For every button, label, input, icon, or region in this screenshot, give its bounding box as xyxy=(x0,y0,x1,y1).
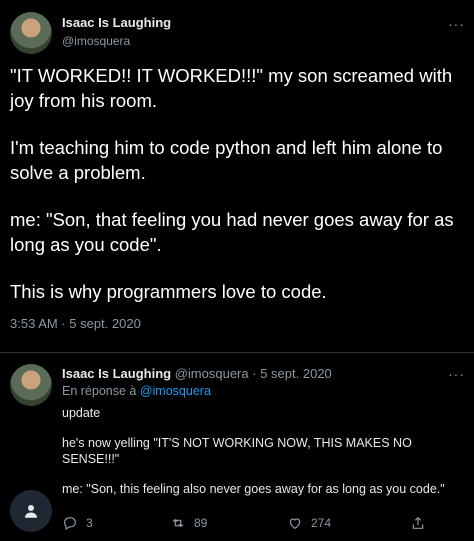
reply-count: 3 xyxy=(86,516,93,530)
share-button[interactable] xyxy=(410,515,426,531)
reply-icon xyxy=(64,517,76,531)
avatar[interactable] xyxy=(10,12,52,54)
reply-paragraph: he's now yelling "IT'S NOT WORKING NOW, … xyxy=(62,436,412,466)
share-icon xyxy=(412,516,424,529)
replying-to-link[interactable]: @imosquera xyxy=(140,384,211,398)
divider xyxy=(0,352,474,353)
reply-text: update he's now yelling "IT'S NOT WORKIN… xyxy=(62,405,462,511)
tweet-paragraph: "IT WORKED!! IT WORKED!!!" my son scream… xyxy=(10,65,458,111)
person-icon xyxy=(10,490,52,532)
reply-date[interactable]: 5 sept. 2020 xyxy=(260,366,332,381)
replying-to-label: En réponse à xyxy=(62,384,137,398)
author-name[interactable]: Isaac Is Laughing xyxy=(62,366,171,381)
tweet-paragraph: me: "Son, that feeling you had never goe… xyxy=(10,209,459,255)
tweet-timestamp[interactable]: 3:53 AM · 5 sept. 2020 xyxy=(10,316,468,332)
avatar[interactable] xyxy=(10,364,52,406)
separator: · xyxy=(252,366,257,381)
more-icon[interactable]: ··· xyxy=(448,16,465,32)
tweet-text: "IT WORKED!! IT WORKED!!!" my son scream… xyxy=(10,63,468,332)
reply-button[interactable]: 3 xyxy=(62,515,93,531)
tweet-paragraph: This is why programmers love to code. xyxy=(10,281,327,302)
reply-paragraph: me: "Son, this feeling also never goes a… xyxy=(62,482,445,496)
author-name[interactable]: Isaac Is Laughing xyxy=(62,15,171,30)
author-handle[interactable]: @imosquera xyxy=(62,34,171,48)
like-icon xyxy=(289,518,301,530)
retweet-button[interactable]: 89 xyxy=(170,515,207,531)
retweet-icon xyxy=(172,518,184,528)
like-button[interactable]: 274 xyxy=(287,515,331,531)
like-count: 274 xyxy=(311,516,332,530)
tweet-paragraph: I'm teaching him to code python and left… xyxy=(10,137,448,183)
retweet-count: 89 xyxy=(194,516,208,530)
more-icon[interactable]: ··· xyxy=(448,366,465,382)
author-handle[interactable]: @imosquera xyxy=(175,366,249,381)
reply-paragraph: update xyxy=(62,406,101,420)
